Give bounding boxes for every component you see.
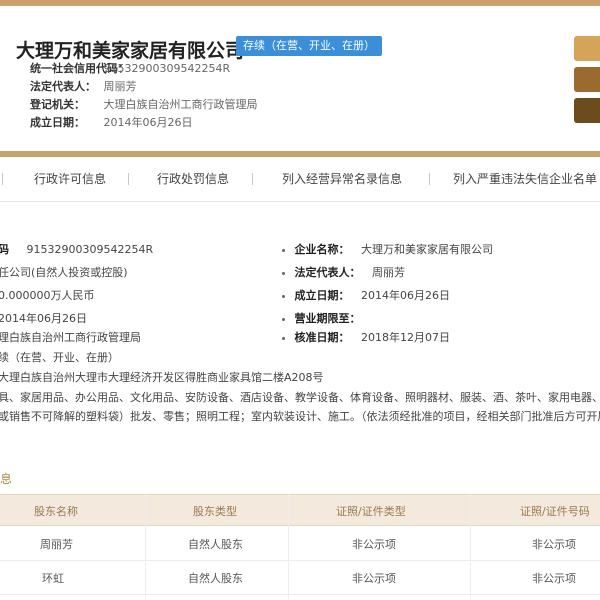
- info-legal-rep: 法定代表人： 周丽芳: [30, 78, 137, 94]
- detail-right-label: 成立日期：: [294, 289, 350, 302]
- table-cell: 非公示项: [352, 538, 396, 551]
- detail-right-row: 成立日期： 2014年06月26日: [282, 287, 450, 303]
- bullet-dot: [282, 317, 285, 321]
- detail-left-label: 码: [0, 243, 9, 256]
- bullet-dot: [282, 248, 285, 252]
- table-row: 周丽芳 自然人股东 非公示项 非公示项: [0, 526, 600, 561]
- detail-left-value: 任公司(自然人投资或控股): [0, 266, 128, 279]
- info-registrar-label: 登记机关：: [30, 98, 85, 111]
- info-legal-rep-value: 周丽芳: [103, 80, 137, 93]
- info-credit-code-label: 统一社会信用代码：: [30, 62, 129, 75]
- detail-scope-line-1: 具、家居用品、办公用品、文化用品、安防设备、酒店设备、教学设备、体育设备、照明器…: [0, 391, 600, 404]
- status-badge: 存续（在营、开业、在册）: [236, 36, 382, 56]
- table-row: 环虹 自然人股东 非公示项 非公示项: [0, 560, 600, 595]
- tab-abnormal-operation[interactable]: 列入经营异常名录信息: [282, 170, 402, 187]
- detail-right-label: 营业期限至：: [294, 312, 361, 325]
- detail-right-row: 核准日期： 2018年12月07日: [282, 329, 450, 345]
- shareholder-section-title: 息: [0, 472, 13, 486]
- info-established-value: 2014年06月26日: [103, 116, 193, 129]
- tab-admin-license[interactable]: 行政许可信息: [34, 170, 106, 187]
- bullet-dot: [282, 294, 285, 298]
- detail-left-row: 理白族自治州工商行政管理局: [0, 329, 141, 345]
- table-cell: 非公示项: [532, 538, 576, 551]
- header-action-button-1[interactable]: [574, 36, 600, 61]
- info-legal-rep-label: 法定代表人：: [30, 80, 96, 93]
- detail-left-value: 续（在营、开业、在册）: [0, 351, 119, 364]
- info-tabs: 行政许可信息 行政处罚信息 列入经营异常名录信息 列入严重违法失信企业名单（: [0, 157, 600, 202]
- tab-separator: [128, 173, 129, 185]
- detail-right-row: 法定代表人： 周丽芳: [282, 264, 405, 280]
- table-cell: 自然人股东: [188, 572, 243, 585]
- info-registrar-value: 大理白族自治州工商行政管理局: [103, 98, 258, 111]
- tab-serious-violation[interactable]: 列入严重违法失信企业名单（: [453, 170, 600, 187]
- info-established-label: 成立日期：: [30, 116, 85, 129]
- detail-right-row: 企业名称： 大理万和美家家居有限公司: [282, 241, 493, 257]
- detail-left-value: 理白族自治州工商行政管理局: [0, 331, 141, 344]
- detail-left-row: 续（在营、开业、在册）: [0, 349, 119, 365]
- detail-right-value: 2014年06月26日: [361, 289, 450, 302]
- detail-left-value: 91532900309542254R: [26, 243, 154, 256]
- table-header: 股东名称 股东类型 证照/证件类型 证照/证件号码: [0, 494, 600, 526]
- info-credit-code: 统一社会信用代码： 91532900309542254R: [30, 60, 230, 76]
- table-cell: 非公示项: [352, 572, 396, 585]
- table-cell: 自然人股东: [188, 538, 243, 551]
- tab-separator: [252, 173, 253, 185]
- info-established: 成立日期： 2014年06月26日: [30, 114, 193, 130]
- detail-right-value: 大理万和美家家居有限公司: [361, 243, 493, 256]
- table-cell: 环虹: [42, 572, 64, 585]
- detail-right-label: 核准日期：: [294, 331, 350, 344]
- bullet-dot: [282, 336, 285, 340]
- detail-left-row: 码 91532900309542254R: [0, 241, 153, 257]
- table-header-cell: 证照/证件类型: [336, 505, 406, 518]
- detail-scope-line-2: 或销售不可降解的塑料袋）批发、零售；照明工程；室内软装设计、施工。（依法须经批准…: [0, 410, 600, 423]
- table-cell: 周丽芳: [40, 538, 73, 551]
- header-action-button-3[interactable]: [574, 98, 600, 123]
- detail-right-value: 周丽芳: [372, 266, 405, 279]
- detail-left-row: 2014年06月26日: [0, 310, 87, 326]
- info-credit-code-value: 91532900309542254R: [103, 62, 231, 75]
- table-header-cell: 股东名称: [34, 505, 78, 518]
- detail-left-value: 2014年06月26日: [0, 312, 87, 325]
- bullet-dot: [282, 271, 285, 275]
- tab-separator: [429, 173, 430, 185]
- info-registrar: 登记机关： 大理白族自治州工商行政管理局: [30, 96, 258, 112]
- detail-left-row: 任公司(自然人投资或控股): [0, 264, 128, 280]
- detail-left-row: 0.000000万人民币: [0, 287, 95, 303]
- header-action-button-2[interactable]: [574, 67, 600, 92]
- tab-admin-penalty[interactable]: 行政处罚信息: [157, 170, 229, 187]
- company-header-card: 大理万和美家家居有限公司 存续（在营、开业、在册） 统一社会信用代码： 9153…: [0, 6, 600, 154]
- detail-left-value: 0.000000万人民币: [0, 289, 95, 302]
- company-name: 大理万和美家家居有限公司: [16, 40, 245, 62]
- table-header-cell: 股东类型: [193, 505, 237, 518]
- tab-separator: [2, 173, 3, 185]
- detail-right-row: 营业期限至：: [282, 310, 369, 326]
- detail-right-label: 企业名称：: [294, 243, 350, 256]
- detail-right-label: 法定代表人：: [294, 266, 361, 279]
- detail-right-value: 2018年12月07日: [361, 331, 450, 344]
- table-cell: 非公示项: [532, 572, 576, 585]
- table-header-cell: 证照/证件号码: [520, 505, 590, 518]
- detail-address: 大理白族自治州大理市大理经济开发区得胜商业家具馆二楼A208号: [0, 371, 324, 384]
